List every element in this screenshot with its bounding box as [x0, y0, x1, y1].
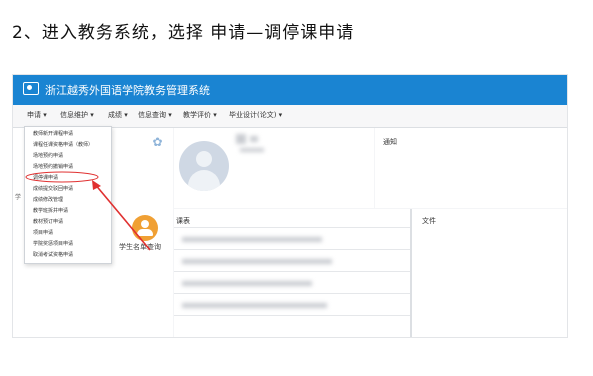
app-titlebar: 浙江越秀外国语学院教务管理系统: [13, 75, 567, 105]
profile-card: [174, 128, 374, 208]
divider: [174, 315, 410, 316]
dropdown-item[interactable]: 学院奖惩项目申请: [33, 241, 73, 247]
blurred-row: [182, 237, 322, 242]
dropdown-item[interactable]: 项目申请: [33, 230, 53, 236]
blurred-name-part: [250, 136, 258, 142]
divider: [174, 293, 410, 294]
monitor-logo-icon: [23, 82, 39, 95]
avatar: [179, 141, 229, 191]
schedule-title: 课表: [176, 217, 190, 225]
blurred-row: [182, 281, 312, 286]
dropdown-item[interactable]: 课程任课资格申请（教师）: [33, 142, 93, 148]
menu-apply[interactable]: 申请 ▾: [27, 110, 47, 120]
notice-title: 通知: [383, 138, 397, 146]
dropdown-item-course-adjust[interactable]: 调停课申请: [33, 175, 58, 181]
blurred-name: [236, 134, 246, 144]
notice-panel: 通知: [375, 128, 567, 208]
instruction-heading: 2、进入教务系统，选择 申请—调停课申请: [12, 23, 355, 43]
top-menubar: 申请 ▾ 信息维护 ▾ 成绩 ▾ 信息查询 ▾ 教学评价 ▾ 毕业设计(论文) …: [13, 105, 567, 128]
dropdown-item[interactable]: 取消考试资格申请: [33, 252, 73, 258]
files-panel: 文件: [411, 209, 567, 337]
app-title: 浙江越秀外国语学院教务管理系统: [45, 84, 210, 97]
blurred-info: [240, 148, 264, 152]
dropdown-item[interactable]: 教材预订申请: [33, 219, 63, 225]
divider: [174, 227, 410, 228]
schedule-panel: 课表: [174, 209, 410, 337]
dropdown-item[interactable]: 成绩提交驳回申请: [33, 186, 73, 192]
menu-thesis[interactable]: 毕业设计(论文) ▾: [229, 110, 282, 120]
menu-info-query[interactable]: 信息查询 ▾: [138, 110, 172, 120]
user-icon[interactable]: [132, 215, 158, 241]
gear-icon[interactable]: ✿: [151, 136, 164, 149]
blurred-row: [182, 259, 332, 264]
dropdown-item[interactable]: 教学班拆并申请: [33, 208, 68, 214]
side-cut-label: 学: [15, 194, 22, 201]
dropdown-item[interactable]: 成绩修改管理: [33, 197, 63, 203]
files-title: 文件: [422, 217, 436, 225]
menu-grades[interactable]: 成绩 ▾: [108, 110, 128, 120]
dropdown-item[interactable]: 场地预约撤销申请: [33, 164, 73, 170]
apply-dropdown-menu: 教师新开课程申请 课程任课资格申请（教师） 场地预约申请 场地预约撤销申请 调停…: [24, 126, 112, 264]
blurred-row: [182, 303, 327, 308]
menu-teach-eval[interactable]: 教学评价 ▾: [183, 110, 217, 120]
menu-info-maint[interactable]: 信息维护 ▾: [60, 110, 94, 120]
divider: [174, 271, 410, 272]
student-list-query-label[interactable]: 学生名单查询: [119, 242, 161, 252]
screenshot-frame: 浙江越秀外国语学院教务管理系统 申请 ▾ 信息维护 ▾ 成绩 ▾ 信息查询 ▾ …: [12, 74, 568, 338]
dropdown-item[interactable]: 场地预约申请: [33, 153, 63, 159]
divider: [174, 249, 410, 250]
dropdown-item[interactable]: 教师新开课程申请: [33, 131, 73, 137]
